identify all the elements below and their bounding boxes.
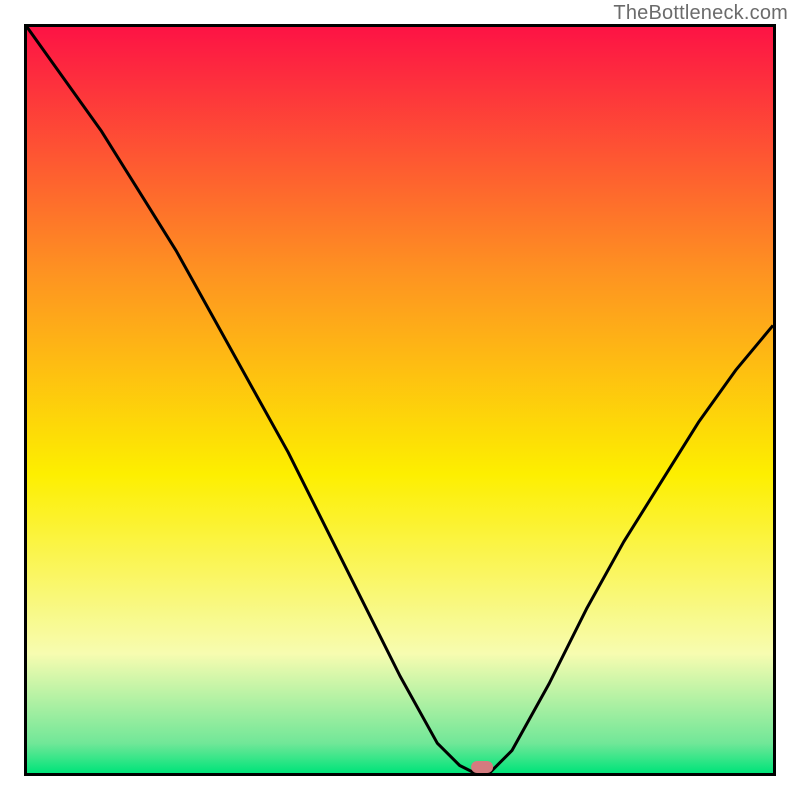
watermark-text: TheBottleneck.com — [613, 2, 788, 25]
plot-frame — [24, 24, 776, 776]
gradient-background — [27, 27, 773, 773]
plot-svg — [27, 27, 773, 773]
chart-container: TheBottleneck.com — [0, 0, 800, 800]
optimal-point-marker — [471, 761, 493, 773]
